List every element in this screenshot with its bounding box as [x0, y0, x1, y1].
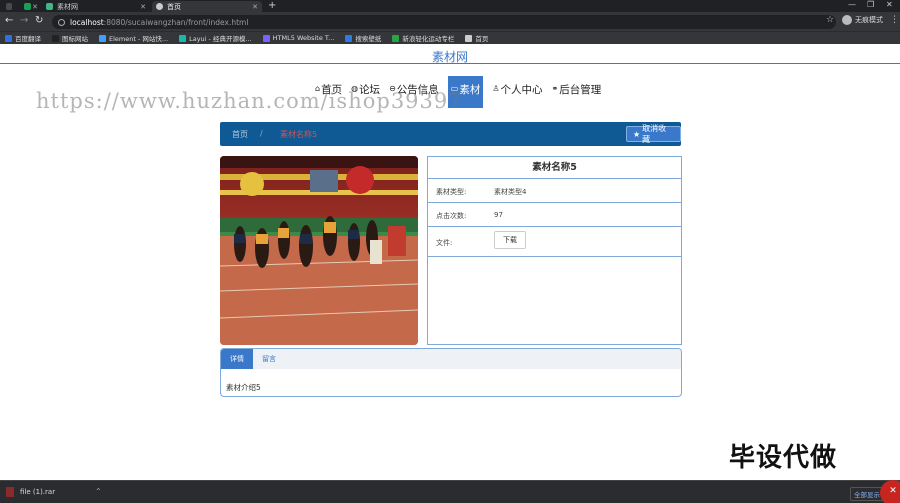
- watermark-text: https://www.huzhan.com/ishop39397: [36, 89, 463, 113]
- nav-profile[interactable]: ♙ 个人中心: [492, 79, 542, 111]
- bookmark-label: Layui - 经典开源模...: [189, 35, 252, 43]
- bookmark-item[interactable]: HTML5 Website T...: [262, 34, 335, 42]
- bookmark-item[interactable]: 百度翻译: [5, 33, 41, 43]
- bookmark-item[interactable]: 首页: [465, 33, 488, 43]
- file-row: 文件: 下载: [428, 227, 681, 257]
- bookmark-item[interactable]: Element - 网站快...: [99, 33, 168, 43]
- bookmark-favicon-icon: [5, 34, 12, 42]
- rar-file-icon: [6, 487, 14, 497]
- address-bar[interactable]: localhost:8080/sucaiwangzhan/front/index…: [52, 15, 836, 29]
- bookmark-item[interactable]: 搜索壁纸: [345, 33, 381, 43]
- chevron-up-icon[interactable]: ⌃: [95, 487, 102, 496]
- forward-icon[interactable]: →: [20, 15, 28, 27]
- bookmarks-bar: 百度翻译 图标网站 Element - 网站快... Layui - 经典开源模...…: [0, 31, 900, 44]
- breadcrumb-home[interactable]: 首页: [232, 129, 248, 140]
- back-icon[interactable]: ←: [5, 15, 13, 27]
- nav-label: 后台管理: [559, 84, 602, 96]
- material-image: [220, 156, 418, 345]
- close-icon[interactable]: ✕: [252, 3, 258, 11]
- file-label: 文件:: [436, 239, 453, 247]
- tab-details[interactable]: 详情: [221, 349, 253, 369]
- menu-dots-icon[interactable]: ⋮: [890, 15, 899, 25]
- breadcrumb: 首页 / 素材名称5 ★ 取消收藏: [220, 122, 681, 146]
- close-icon[interactable]: ✕: [140, 3, 146, 11]
- bookmark-favicon-icon: [99, 34, 106, 42]
- star-icon: ★: [633, 129, 641, 139]
- bookmark-label: 百度翻译: [15, 35, 41, 43]
- bookmark-label: Element - 网站快...: [109, 35, 169, 43]
- tab-favicon-icon: [24, 3, 31, 10]
- detail-panel: 详情 留言 素材介绍5: [220, 348, 682, 397]
- minimize-icon[interactable]: —: [848, 0, 856, 9]
- bookmark-favicon-icon: [465, 34, 473, 42]
- tab-label: 素材网: [57, 2, 78, 11]
- material-type-value: 素材类型4: [494, 188, 527, 196]
- nav-admin[interactable]: ⚭ 后台管理: [552, 79, 602, 111]
- bookmark-label: HTML5 Website T...: [272, 34, 335, 42]
- sprinters-photo: [220, 156, 418, 345]
- incognito-indicator[interactable]: 无痕模式: [842, 15, 883, 25]
- reload-icon[interactable]: ↻: [35, 15, 43, 27]
- click-count-label: 点击次数:: [436, 212, 467, 220]
- bookmark-star-icon[interactable]: ☆: [826, 15, 834, 25]
- restore-icon[interactable]: ❐: [867, 0, 874, 9]
- unfavorite-button[interactable]: ★ 取消收藏: [626, 124, 681, 144]
- tab-favicon-icon: [6, 3, 12, 10]
- detail-tabs: 详情 留言: [221, 349, 681, 369]
- unfavorite-label: 取消收藏: [642, 124, 667, 144]
- browser-tab-1[interactable]: [2, 1, 20, 12]
- site-info-icon[interactable]: [58, 18, 65, 26]
- close-shelf-icon[interactable]: ✕: [880, 480, 900, 503]
- bookmark-label: 首页: [475, 35, 489, 43]
- promo-overlay-text: 毕设代做: [729, 443, 838, 473]
- breadcrumb-current: 素材名称5: [280, 130, 318, 139]
- close-icon[interactable]: ✕: [32, 3, 38, 11]
- link-icon: ⚭: [551, 84, 559, 93]
- incognito-avatar-icon: [842, 15, 852, 25]
- url-host: localhost: [70, 17, 104, 27]
- click-count-row: 点击次数: 97: [428, 203, 681, 227]
- bookmark-favicon-icon: [392, 34, 400, 42]
- material-info-card: 素材名称5 素材类型: 素材类型4 点击次数: 97 文件: 下载: [427, 156, 682, 345]
- bookmark-favicon-icon: [345, 34, 353, 42]
- bookmark-favicon-icon: [262, 34, 270, 42]
- detail-content: 素材介绍5: [226, 383, 261, 392]
- material-type-label: 素材类型:: [436, 188, 467, 196]
- browser-toolbar: ← → ↻ localhost:8080/sucaiwangzhan/front…: [0, 12, 900, 31]
- browser-tab-2[interactable]: ✕: [20, 1, 42, 12]
- bookmark-item[interactable]: Layui - 经典开源模...: [179, 33, 252, 43]
- download-shelf: file (1).rar ⌃ 全部显示: [0, 480, 900, 503]
- breadcrumb-separator: /: [260, 129, 263, 138]
- browser-tab-4[interactable]: 首页 ✕: [152, 1, 262, 12]
- material-type-row: 素材类型: 素材类型4: [428, 179, 681, 203]
- download-item[interactable]: file (1).rar: [6, 487, 55, 497]
- bookmark-label: 图标网站: [62, 35, 88, 43]
- browser-tab-strip: ✕ 素材网 ✕ 首页 ✕ + — ❐ ✕: [0, 0, 900, 12]
- user-icon: ♙: [492, 84, 500, 93]
- bookmark-favicon-icon: [52, 34, 59, 42]
- bookmark-favicon-icon: [179, 34, 187, 42]
- tab-label: 首页: [167, 2, 181, 11]
- bookmark-item[interactable]: 新浪轻化运动专栏: [392, 33, 454, 43]
- url-path: :8080/sucaiwangzhan/front/index.html: [103, 17, 249, 27]
- show-all-button[interactable]: 全部显示: [850, 487, 884, 501]
- title-divider: [0, 63, 900, 64]
- bookmark-label: 搜索壁纸: [355, 35, 382, 43]
- close-window-icon[interactable]: ✕: [886, 0, 893, 9]
- click-count-value: 97: [494, 211, 503, 219]
- tab-comments[interactable]: 留言: [253, 349, 285, 369]
- bookmark-label: 新浪轻化运动专栏: [402, 35, 455, 43]
- new-tab-button[interactable]: +: [268, 0, 276, 12]
- bookmark-item[interactable]: 图标网站: [52, 33, 88, 43]
- globe-icon: [156, 3, 163, 10]
- vue-favicon-icon: [46, 3, 53, 10]
- material-name: 素材名称5: [428, 157, 681, 179]
- browser-tab-3[interactable]: 素材网 ✕: [42, 1, 150, 12]
- download-button[interactable]: 下载: [494, 231, 526, 249]
- profile-label: 无痕模式: [855, 16, 883, 24]
- download-filename: file (1).rar: [20, 488, 56, 496]
- nav-label: 个人中心: [500, 84, 543, 96]
